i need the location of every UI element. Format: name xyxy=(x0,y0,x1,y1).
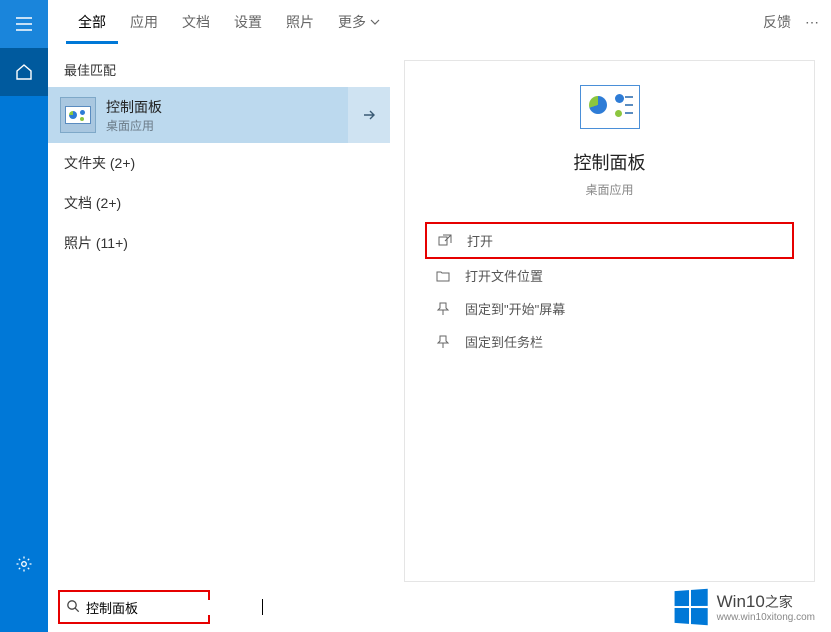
action-pin-taskbar-label: 固定到任务栏 xyxy=(465,332,543,351)
text-cursor xyxy=(262,599,263,615)
folder-icon xyxy=(435,269,451,283)
action-open[interactable]: 打开 xyxy=(425,222,794,259)
category-photos[interactable]: 照片 (11+) xyxy=(48,223,390,263)
result-title: 控制面板 xyxy=(106,97,162,117)
detail-panel: 控制面板 桌面应用 打开 打开文件位置 固定到"开始"屏幕 固定到任务栏 xyxy=(404,60,815,582)
detail-sub: 桌面应用 xyxy=(585,181,633,198)
detail-control-panel-icon xyxy=(580,85,640,129)
home-icon[interactable] xyxy=(0,48,48,96)
settings-icon[interactable] xyxy=(0,540,48,588)
overflow-icon[interactable]: ⋯ xyxy=(805,14,819,31)
watermark-brand: Win10之家 xyxy=(717,592,815,612)
sidebar xyxy=(0,0,48,632)
result-control-panel[interactable]: 控制面板 桌面应用 xyxy=(48,87,390,143)
section-best-match: 最佳匹配 xyxy=(48,50,390,87)
detail-title: 控制面板 xyxy=(574,149,646,175)
windows-logo-icon xyxy=(674,589,707,626)
header-right: 反馈 ⋯ xyxy=(763,0,819,44)
action-pin-start[interactable]: 固定到"开始"屏幕 xyxy=(425,292,794,325)
action-open-location-label: 打开文件位置 xyxy=(465,266,543,285)
pin-taskbar-icon xyxy=(435,335,451,349)
detail-actions: 打开 打开文件位置 固定到"开始"屏幕 固定到任务栏 xyxy=(417,222,802,358)
feedback-link[interactable]: 反馈 xyxy=(763,12,791,32)
open-icon xyxy=(437,234,453,248)
tab-apps[interactable]: 应用 xyxy=(118,0,170,44)
search-bar[interactable] xyxy=(58,590,210,624)
search-icon xyxy=(66,599,80,616)
header-tabs: 全部 应用 文档 设置 照片 更多 xyxy=(48,0,831,44)
action-open-label: 打开 xyxy=(467,231,493,250)
search-input[interactable] xyxy=(86,600,262,615)
tab-more-label: 更多 xyxy=(338,0,366,44)
tab-more[interactable]: 更多 xyxy=(326,0,392,44)
action-open-location[interactable]: 打开文件位置 xyxy=(425,259,794,292)
category-documents[interactable]: 文档 (2+) xyxy=(48,183,390,223)
control-panel-icon xyxy=(60,97,96,133)
result-arrow-button[interactable] xyxy=(348,87,390,143)
results-column: 最佳匹配 控制面板 桌面应用 文件夹 (2+) 文档 (2+) 照片 (11+) xyxy=(48,44,390,582)
tab-docs[interactable]: 文档 xyxy=(170,0,222,44)
chevron-down-icon xyxy=(370,19,380,25)
watermark: Win10之家 www.win10xitong.com xyxy=(673,590,815,624)
action-pin-taskbar[interactable]: 固定到任务栏 xyxy=(425,325,794,358)
arrow-right-icon xyxy=(361,107,377,123)
action-pin-start-label: 固定到"开始"屏幕 xyxy=(465,299,565,318)
tab-settings[interactable]: 设置 xyxy=(222,0,274,44)
tab-all[interactable]: 全部 xyxy=(66,0,118,44)
menu-icon[interactable] xyxy=(0,0,48,48)
category-folders[interactable]: 文件夹 (2+) xyxy=(48,143,390,183)
pin-icon xyxy=(435,302,451,316)
result-sub: 桌面应用 xyxy=(106,117,162,134)
tab-photos[interactable]: 照片 xyxy=(274,0,326,44)
watermark-url: www.win10xitong.com xyxy=(717,612,815,623)
